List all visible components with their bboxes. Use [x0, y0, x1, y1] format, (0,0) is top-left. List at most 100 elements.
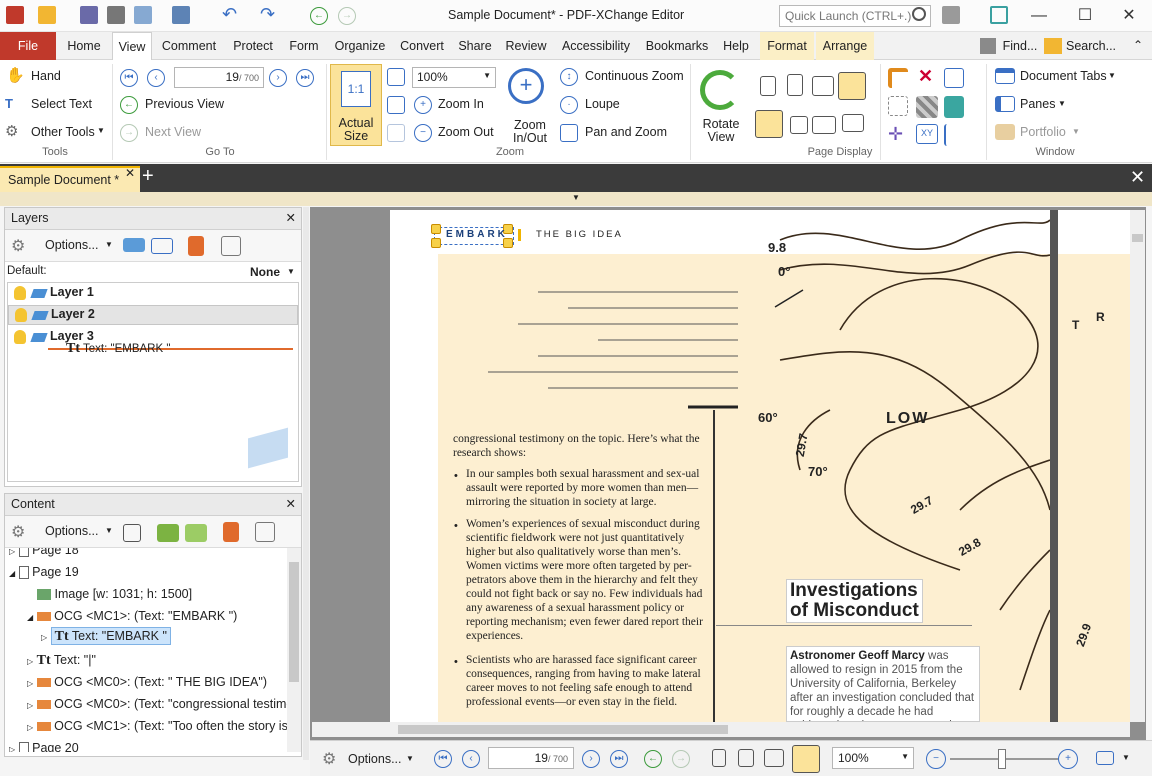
- close-panel-icon[interactable]: ✕: [286, 210, 296, 225]
- redo-icon[interactable]: ↷: [260, 4, 275, 25]
- zoom-in-icon[interactable]: +: [1058, 749, 1078, 769]
- single-page-icon[interactable]: [760, 76, 776, 96]
- close-all-tabs-icon[interactable]: ✕: [1130, 167, 1145, 188]
- tree-row[interactable]: ▷ Page 20: [9, 741, 79, 752]
- close-tab-icon[interactable]: ✕: [125, 166, 135, 180]
- transparency-grid-icon[interactable]: [916, 96, 938, 118]
- document-vertical-scrollbar[interactable]: [1130, 210, 1145, 722]
- next-page-icon[interactable]: ›: [582, 750, 600, 768]
- continuous-page-icon[interactable]: [787, 74, 803, 96]
- scrollbar-thumb[interactable]: [398, 725, 728, 734]
- show-cover-icon[interactable]: [790, 116, 808, 134]
- tree-row[interactable]: ▷ Tt Text: "|": [27, 653, 96, 669]
- portfolio-button[interactable]: Portfolio: [1020, 125, 1066, 139]
- page-layout-icon[interactable]: [755, 110, 783, 138]
- panel-splitter[interactable]: [303, 207, 309, 760]
- scan-icon[interactable]: [172, 6, 190, 24]
- continuous-facing-icon[interactable]: [792, 745, 820, 773]
- scrollbar-thumb[interactable]: [1132, 234, 1143, 242]
- email-icon[interactable]: [134, 6, 152, 24]
- delete-icon[interactable]: [223, 522, 239, 542]
- content-scrollbar[interactable]: [287, 548, 301, 752]
- layer-settings-icon[interactable]: [221, 236, 241, 256]
- tab-home[interactable]: Home: [60, 32, 108, 60]
- status-options-button[interactable]: Options...: [348, 752, 402, 766]
- other-tools-button[interactable]: Other Tools: [31, 125, 95, 139]
- tab-file[interactable]: File: [0, 32, 56, 60]
- forward-icon[interactable]: →: [338, 7, 356, 25]
- content-settings-icon[interactable]: [255, 522, 275, 542]
- tab-comment[interactable]: Comment: [156, 32, 222, 60]
- continuous-zoom-button[interactable]: Continuous Zoom: [585, 69, 684, 83]
- fit-width-icon[interactable]: [387, 96, 405, 114]
- actual-size-button[interactable]: 1:1 Actual Size: [330, 64, 382, 146]
- split-view-icon[interactable]: [842, 114, 864, 132]
- last-page-icon[interactable]: ⏭: [296, 69, 314, 87]
- tab-help[interactable]: Help: [716, 32, 756, 60]
- first-page-icon[interactable]: ⏮: [434, 750, 452, 768]
- tab-review[interactable]: Review: [502, 32, 550, 60]
- close-panel-icon[interactable]: ✕: [286, 496, 296, 511]
- measure-icon[interactable]: [944, 124, 964, 146]
- tab-protect[interactable]: Protect: [226, 32, 280, 60]
- continuous-page-icon[interactable]: [738, 749, 754, 767]
- move-up-icon[interactable]: [157, 524, 179, 542]
- resize-handle[interactable]: [431, 238, 441, 248]
- tab-view[interactable]: View: [112, 32, 152, 61]
- loupe-button[interactable]: Loupe: [585, 97, 620, 111]
- tab-bookmarks[interactable]: Bookmarks: [640, 32, 714, 60]
- save-icon[interactable]: [80, 6, 98, 24]
- first-page-icon[interactable]: ⏮: [120, 69, 138, 87]
- status-page-input[interactable]: 19/ 700: [488, 747, 574, 769]
- minimize-button[interactable]: —: [1016, 0, 1062, 32]
- tab-arrange[interactable]: Arrange: [816, 32, 874, 60]
- tree-row[interactable]: ◢ Page 19: [9, 565, 79, 580]
- chevron-down-icon[interactable]: ▼: [287, 267, 295, 276]
- tree-row[interactable]: ▷ OCG <MC0>: (Text: "congressional testi…: [27, 697, 289, 711]
- maximize-button[interactable]: ☐: [1062, 0, 1108, 32]
- zoom-in-button[interactable]: Zoom In: [438, 97, 484, 111]
- document-tabs-button[interactable]: Document Tabs: [1020, 69, 1107, 83]
- rotate-view-icon[interactable]: [700, 70, 740, 110]
- tree-row[interactable]: ▷ Page 18: [9, 548, 79, 558]
- prev-page-icon[interactable]: ‹: [147, 69, 165, 87]
- page-numbers-icon[interactable]: [812, 116, 836, 134]
- fit-visible-icon[interactable]: [387, 124, 405, 142]
- panes-button[interactable]: Panes: [1020, 97, 1055, 111]
- visibility-bulb-icon[interactable]: [14, 330, 26, 344]
- move-down-icon[interactable]: [185, 524, 207, 542]
- tree-row[interactable]: ◢ OCG <MC1>: (Text: "EMBARK "): [27, 609, 237, 623]
- crosshair-icon[interactable]: ✛: [888, 124, 903, 145]
- tree-row[interactable]: ▷ OCG <MC0>: (Text: " THE BIG IDEA"): [27, 675, 267, 689]
- page-number-input[interactable]: 19/ 700: [174, 67, 264, 88]
- quick-launch-input[interactable]: Quick Launch (CTRL+.): [779, 5, 931, 27]
- zoom-in-out-icon[interactable]: +: [508, 68, 544, 104]
- open-folder-icon[interactable]: [38, 6, 56, 24]
- new-tab-icon[interactable]: +: [142, 165, 154, 188]
- coordinates-icon[interactable]: XY: [916, 124, 938, 144]
- rotate-view-button[interactable]: Rotate View: [694, 118, 748, 144]
- line-weights-icon[interactable]: [944, 96, 964, 118]
- prev-page-icon[interactable]: ‹: [462, 750, 480, 768]
- close-button[interactable]: ✕: [1106, 0, 1152, 32]
- tree-row[interactable]: ▷ OCG <MC1>: (Text: "Too often the story…: [27, 719, 289, 733]
- search-button[interactable]: Search...: [1066, 32, 1116, 60]
- fullscreen-icon[interactable]: [1096, 751, 1114, 765]
- tab-share[interactable]: Share: [454, 32, 496, 60]
- zoom-select[interactable]: 100% ▼: [412, 67, 496, 88]
- scrollbar-thumb[interactable]: [289, 562, 299, 682]
- print-icon[interactable]: [107, 6, 125, 24]
- find-button[interactable]: Find...: [1000, 32, 1040, 60]
- settings-icon[interactable]: [942, 6, 960, 24]
- grid-icon[interactable]: [944, 68, 964, 88]
- guides-icon[interactable]: ✕: [918, 66, 933, 87]
- single-page-icon[interactable]: [712, 749, 726, 767]
- zoom-in-out-button[interactable]: Zoom In/Out: [502, 119, 558, 145]
- facing-page-icon[interactable]: [764, 749, 784, 767]
- back-icon[interactable]: ←: [644, 750, 662, 768]
- previous-view-button[interactable]: Previous View: [145, 97, 224, 111]
- tab-form[interactable]: Form: [284, 32, 324, 60]
- options-button[interactable]: Options...: [45, 524, 99, 538]
- stack-icon[interactable]: [123, 524, 141, 542]
- layer-row-selected[interactable]: Layer 2: [8, 305, 298, 325]
